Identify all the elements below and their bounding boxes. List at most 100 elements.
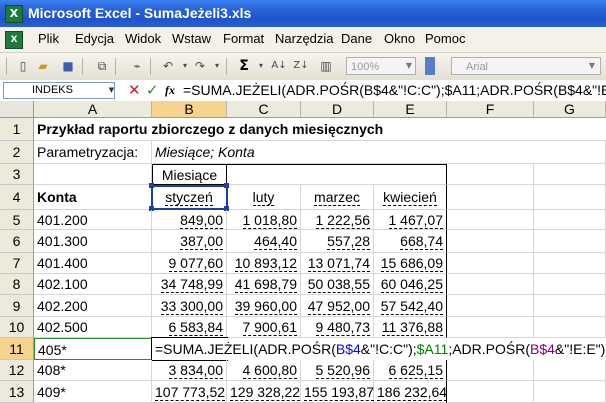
- cell-b13[interactable]: 107 773,52: [152, 381, 227, 403]
- sort-ascending-icon[interactable]: A↓: [271, 58, 287, 74]
- cell-g4[interactable]: [534, 185, 606, 210]
- menu-wstaw[interactable]: Wstaw: [172, 31, 211, 46]
- cell-b3[interactable]: Miesiące: [152, 164, 227, 185]
- selection-handle[interactable]: [149, 183, 154, 188]
- enter-icon[interactable]: ✓: [146, 81, 159, 100]
- cell-a13[interactable]: 409*: [34, 381, 152, 403]
- cell-a9[interactable]: 402.200: [34, 295, 152, 317]
- cell-a4[interactable]: Konta: [34, 185, 152, 210]
- cell-f5[interactable]: [447, 210, 534, 230]
- formula-input[interactable]: =SUMA.JEŻELI(ADR.POŚR(B$4&"!C:C");$A11;A…: [183, 82, 606, 99]
- row-header-5[interactable]: 5: [0, 210, 34, 230]
- cell-b11-editor[interactable]: =SUMA.JEŻELI(ADR.POŚR(B$4&"!C:C");$A11;A…: [152, 338, 606, 360]
- toolbar-grip[interactable]: [6, 58, 7, 75]
- cell-f7[interactable]: [447, 253, 534, 274]
- menu-format[interactable]: Format: [223, 31, 264, 46]
- cell-b5[interactable]: 849,00: [152, 210, 227, 230]
- cell-a10[interactable]: 402.500: [34, 317, 152, 338]
- autosum-dropdown-icon[interactable]: ▾: [253, 58, 269, 74]
- cell-e5[interactable]: 1 467,07: [374, 210, 447, 230]
- cell-a5[interactable]: 401.200: [34, 210, 152, 230]
- cell-c13[interactable]: 129 328,22: [227, 381, 301, 403]
- cell-d10[interactable]: 9 480,73: [301, 317, 374, 338]
- cell-f13[interactable]: [447, 381, 534, 403]
- cell-f8[interactable]: [447, 274, 534, 295]
- cell-e13[interactable]: 186 232,64: [374, 381, 448, 403]
- chart-icon[interactable]: ▥: [318, 58, 334, 74]
- cell-f12[interactable]: [447, 360, 534, 381]
- cell-g6[interactable]: [534, 230, 606, 253]
- row-header-13[interactable]: 13: [0, 381, 34, 403]
- sort-descending-icon[interactable]: Z↓: [293, 58, 309, 74]
- cell-g10[interactable]: [534, 317, 606, 338]
- undo-icon[interactable]: ↶: [160, 58, 176, 74]
- menu-widok[interactable]: Widok: [125, 31, 161, 46]
- cell-a8[interactable]: 402.100: [34, 274, 152, 295]
- cell-e4[interactable]: kwiecień: [374, 185, 447, 210]
- column-header-g[interactable]: G: [534, 101, 606, 118]
- row-header-7[interactable]: 7: [0, 253, 34, 274]
- cell-c3[interactable]: [227, 164, 447, 185]
- cell-c5[interactable]: 1 018,80: [227, 210, 301, 230]
- cell-g7[interactable]: [534, 253, 606, 274]
- cell-e8[interactable]: 60 046,25: [374, 274, 447, 295]
- menu-okno[interactable]: Okno: [384, 31, 415, 46]
- cell-e10[interactable]: 11 376,88: [374, 317, 447, 338]
- selection-handle[interactable]: [224, 183, 229, 188]
- cell-e12[interactable]: 6 625,15: [374, 360, 447, 381]
- cell-g5[interactable]: [534, 210, 606, 230]
- row-header-10[interactable]: 10: [0, 317, 34, 338]
- cell-b6[interactable]: 387,00: [152, 230, 227, 253]
- menu-narzedzia[interactable]: Narzędzia: [275, 31, 334, 46]
- row-header-3[interactable]: 3: [0, 164, 34, 185]
- row-header-9[interactable]: 9: [0, 295, 34, 317]
- cell-a2[interactable]: Parametryzacja:: [34, 141, 152, 164]
- cell-f4[interactable]: [447, 185, 534, 210]
- menu-pomoc[interactable]: Pomoc: [425, 31, 465, 46]
- insert-function-icon[interactable]: fx: [165, 82, 175, 99]
- cell-a3[interactable]: [34, 164, 152, 185]
- redo-dropdown-icon[interactable]: ▾: [209, 58, 225, 74]
- cell-c8[interactable]: 41 698,79: [227, 274, 301, 295]
- cell-g8[interactable]: [534, 274, 606, 295]
- cell-d7[interactable]: 13 071,74: [301, 253, 374, 274]
- chevron-down-icon[interactable]: ▼: [586, 58, 598, 74]
- cancel-icon[interactable]: ✕: [128, 81, 141, 100]
- cell-d9[interactable]: 47 952,00: [301, 295, 374, 317]
- row-header-12[interactable]: 12: [0, 360, 34, 381]
- cell-g13[interactable]: [534, 381, 606, 403]
- cell-a6[interactable]: 401.300: [34, 230, 152, 253]
- column-header-c[interactable]: C: [227, 101, 301, 118]
- row-header-11[interactable]: 11: [0, 338, 34, 360]
- cell-g9[interactable]: [534, 295, 606, 317]
- cell-c6[interactable]: 464,40: [227, 230, 301, 253]
- cell-e7[interactable]: 15 686,09: [374, 253, 447, 274]
- cell-c10[interactable]: 7 900,61: [227, 317, 301, 338]
- cell-d5[interactable]: 1 222,56: [301, 210, 374, 230]
- column-header-d[interactable]: D: [301, 101, 374, 118]
- chevron-down-icon[interactable]: ▼: [403, 58, 415, 74]
- cell-b7[interactable]: 9 077,60: [152, 253, 227, 274]
- open-icon[interactable]: ▰: [35, 58, 51, 74]
- column-header-f[interactable]: F: [447, 101, 534, 118]
- excel-app-icon[interactable]: X: [5, 5, 23, 23]
- cell-b9[interactable]: 33 300,00: [152, 295, 227, 317]
- cell-c4[interactable]: luty: [227, 185, 301, 210]
- menu-dane[interactable]: Dane: [341, 31, 372, 46]
- row-header-6[interactable]: 6: [0, 230, 34, 253]
- row-header-1[interactable]: 1: [0, 118, 34, 141]
- cell-d13[interactable]: 155 193,87: [301, 381, 375, 403]
- save-icon[interactable]: ■: [60, 58, 76, 74]
- cell-c9[interactable]: 39 960,00: [227, 295, 301, 317]
- cell-g12[interactable]: [534, 360, 606, 381]
- column-header-a[interactable]: A: [34, 101, 152, 118]
- menu-edycja[interactable]: Edycja: [75, 31, 114, 46]
- row-header-2[interactable]: 2: [0, 141, 34, 164]
- cell-a1[interactable]: Przykład raportu zbiorczego z danych mie…: [34, 118, 606, 141]
- cell-b10[interactable]: 6 583,84: [152, 317, 227, 338]
- format-painter-icon[interactable]: ⌁: [129, 58, 145, 74]
- undo-dropdown-icon[interactable]: ▾: [177, 58, 193, 74]
- cell-e9[interactable]: 57 542,40: [374, 295, 447, 317]
- cell-f3[interactable]: [447, 164, 534, 185]
- chevron-down-icon[interactable]: ▼: [107, 82, 116, 99]
